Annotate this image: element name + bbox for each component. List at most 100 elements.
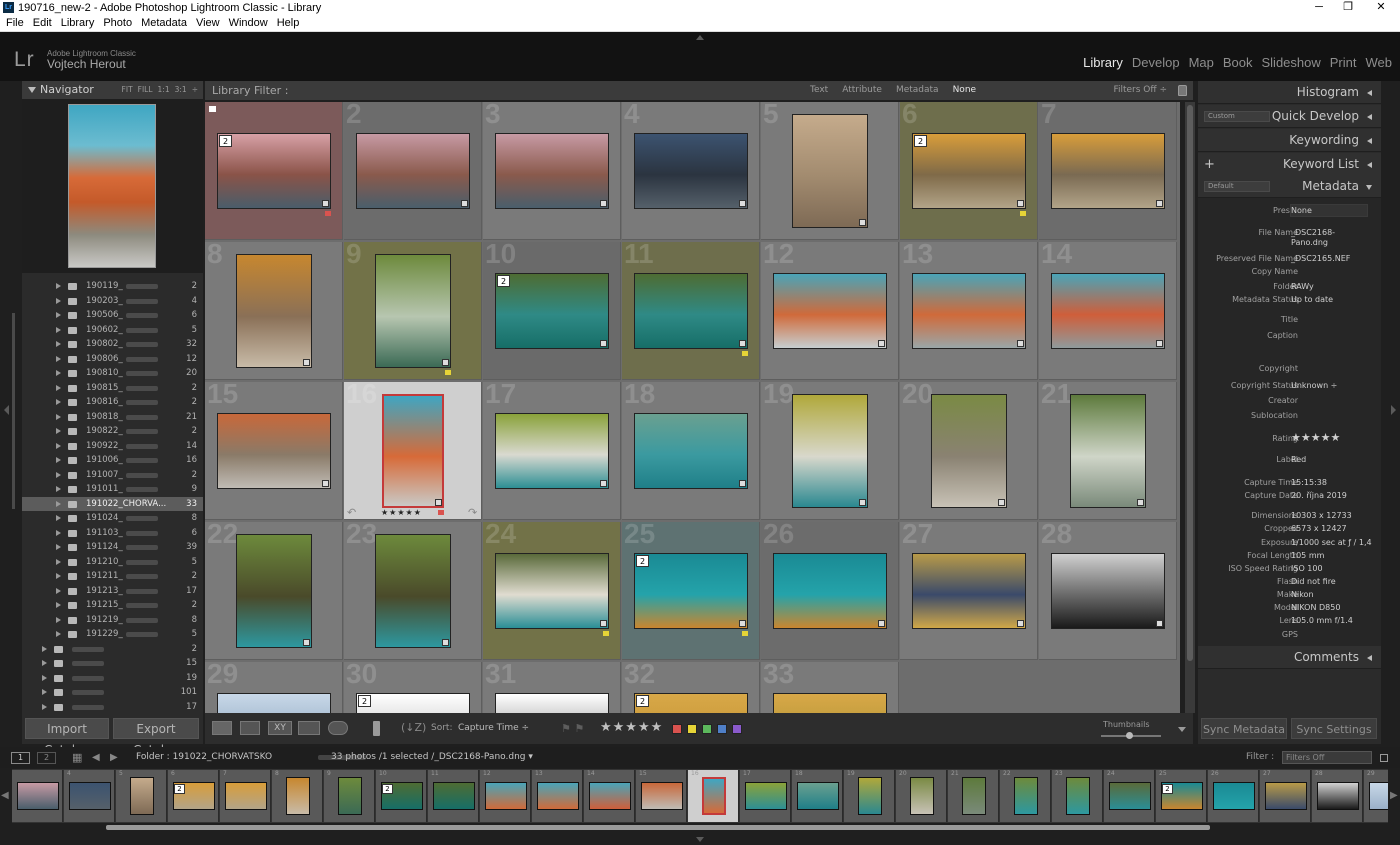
- navigator-zoom-3-1[interactable]: 3:1: [175, 85, 187, 94]
- stack-count-badge[interactable]: 2: [636, 695, 649, 707]
- grid-cell[interactable]: 13: [900, 238, 1038, 380]
- photo-thumbnail[interactable]: [236, 254, 312, 368]
- filmstrip-thumbnail[interactable]: [1108, 782, 1151, 810]
- photo-thumbnail[interactable]: [634, 553, 748, 629]
- filmstrip-cell[interactable]: [12, 770, 63, 822]
- module-develop[interactable]: Develop: [1132, 55, 1180, 70]
- folder-row[interactable]: 19: [22, 671, 203, 686]
- photo-thumbnail[interactable]: [495, 553, 609, 629]
- color-swatch[interactable]: [672, 724, 682, 734]
- edited-badge-icon[interactable]: [739, 200, 746, 207]
- sort-direction-icon[interactable]: (↓Z): [401, 721, 426, 734]
- photo-thumbnail[interactable]: [773, 553, 887, 629]
- color-swatch[interactable]: [702, 724, 712, 734]
- photo-thumbnail[interactable]: [217, 693, 331, 713]
- edited-badge-icon[interactable]: [303, 639, 310, 646]
- filmstrip-thumbnail[interactable]: [1368, 782, 1388, 810]
- quick-develop-header[interactable]: Custom Quick Develop: [1198, 105, 1381, 128]
- photo-thumbnail[interactable]: [634, 273, 748, 349]
- navigator-preview[interactable]: [22, 99, 203, 273]
- filmstrip-thumbnail[interactable]: [1212, 782, 1255, 810]
- photo-thumbnail[interactable]: [1051, 133, 1165, 209]
- filmstrip-right-arrow-icon[interactable]: ▶: [1390, 790, 1398, 801]
- filmstrip-thumbnail[interactable]: [432, 782, 475, 810]
- folder-row[interactable]: 191011_ 9: [22, 482, 203, 497]
- grid-cell[interactable]: 9: [344, 238, 482, 380]
- secondary-window-button[interactable]: 2: [37, 752, 56, 764]
- photo-thumbnail[interactable]: [912, 133, 1026, 209]
- folder-row[interactable]: 191211_ 2: [22, 569, 203, 584]
- navigator-header[interactable]: Navigator FIT FILL 1:1 3:1 ÷: [22, 81, 203, 99]
- folder-row[interactable]: 101: [22, 685, 203, 700]
- metadata-value[interactable]: ISO 100: [1291, 564, 1323, 573]
- edited-badge-icon[interactable]: [739, 340, 746, 347]
- folder-row[interactable]: 191229_ 5: [22, 627, 203, 642]
- metadata-value[interactable]: 6573 x 12427: [1291, 524, 1347, 533]
- expand-triangle-icon[interactable]: [56, 558, 61, 565]
- photo-thumbnail[interactable]: [634, 693, 748, 713]
- stack-count-badge[interactable]: 2: [382, 784, 393, 794]
- metadata-value[interactable]: 105 mm: [1291, 551, 1324, 560]
- edited-badge-icon[interactable]: [600, 620, 607, 627]
- photo-thumbnail[interactable]: [912, 553, 1026, 629]
- filmstrip-thumbnail[interactable]: [1013, 777, 1038, 815]
- grid-cell[interactable]: 16 ★★★★★ ↶ ↷: [344, 378, 482, 520]
- keywording-header[interactable]: Keywording: [1198, 129, 1381, 152]
- filmstrip-thumbnail[interactable]: [484, 782, 527, 810]
- filmstrip-thumbnail[interactable]: [744, 782, 787, 810]
- flag-icons[interactable]: ⚑ ⚑: [561, 722, 584, 735]
- module-slideshow[interactable]: Slideshow: [1262, 55, 1321, 70]
- menu-metadata[interactable]: Metadata: [138, 16, 190, 31]
- grid-cell[interactable]: 12: [761, 238, 899, 380]
- grid-icon[interactable]: ▦: [72, 747, 82, 768]
- expand-triangle-icon[interactable]: [42, 689, 47, 695]
- edited-badge-icon[interactable]: [600, 200, 607, 207]
- filter-tab-text[interactable]: Text: [810, 81, 828, 100]
- expand-triangle-icon[interactable]: [56, 631, 61, 637]
- metadata-value[interactable]: Unknown ÷: [1291, 381, 1337, 390]
- grid-cell[interactable]: 31: [483, 658, 621, 713]
- import-catalog-button[interactable]: Import Catalog: [25, 718, 109, 757]
- collapse-triangle-icon[interactable]: [1367, 162, 1372, 168]
- filmstrip-cell[interactable]: 29: [1364, 770, 1388, 822]
- filter-tab-attribute[interactable]: Attribute: [842, 81, 882, 100]
- folder-row[interactable]: 2: [22, 642, 203, 657]
- filter-tab-none[interactable]: None: [953, 81, 976, 100]
- photo-thumbnail[interactable]: [217, 413, 331, 489]
- filmstrip-cell[interactable]: 5: [116, 770, 167, 822]
- edited-badge-icon[interactable]: [1156, 620, 1163, 627]
- zoom-menu-icon[interactable]: ÷: [192, 85, 198, 94]
- add-keyword-icon[interactable]: +: [1204, 153, 1215, 176]
- filter-tab-metadata[interactable]: Metadata: [896, 81, 939, 100]
- collapse-triangle-icon[interactable]: [1367, 114, 1372, 120]
- filmstrip-thumbnail[interactable]: [1316, 782, 1359, 810]
- stack-count-badge[interactable]: 2: [174, 784, 185, 794]
- collapse-triangle-icon[interactable]: [1367, 655, 1372, 661]
- metadata-value[interactable]: 20. října 2019: [1291, 491, 1347, 500]
- edited-badge-icon[interactable]: [739, 620, 746, 627]
- metadata-value[interactable]: NIKON D850: [1291, 603, 1340, 612]
- expand-triangle-icon[interactable]: [56, 602, 61, 608]
- metadata-value[interactable]: None: [1291, 206, 1312, 215]
- collapse-triangle-icon[interactable]: [1367, 90, 1372, 96]
- folder-row[interactable]: 190119_ 2: [22, 279, 203, 294]
- photo-thumbnail[interactable]: [773, 273, 887, 349]
- grid-cell[interactable]: 10 2: [483, 238, 621, 380]
- folder-row[interactable]: 190203_ 4: [22, 294, 203, 309]
- people-view-icon[interactable]: [328, 721, 348, 735]
- photo-thumbnail[interactable]: [495, 133, 609, 209]
- folder-row[interactable]: 190815_ 2: [22, 381, 203, 396]
- edited-badge-icon[interactable]: [878, 620, 885, 627]
- grid-scrollbar[interactable]: [1185, 102, 1195, 713]
- color-swatch[interactable]: [717, 724, 727, 734]
- folder-row[interactable]: 190922_ 14: [22, 439, 203, 454]
- grid-cell[interactable]: 18: [622, 378, 760, 520]
- grid-cell[interactable]: 21: [1039, 378, 1177, 520]
- grid-cell[interactable]: 26: [761, 518, 899, 660]
- back-arrow-icon[interactable]: ◀: [92, 747, 100, 768]
- folder-row[interactable]: 191006_ 16: [22, 453, 203, 468]
- metadata-header[interactable]: Default Metadata: [1198, 175, 1381, 198]
- expand-triangle-icon[interactable]: [56, 428, 61, 434]
- folder-row[interactable]: 190816_ 2: [22, 395, 203, 410]
- grid-cell[interactable]: 5: [761, 102, 899, 240]
